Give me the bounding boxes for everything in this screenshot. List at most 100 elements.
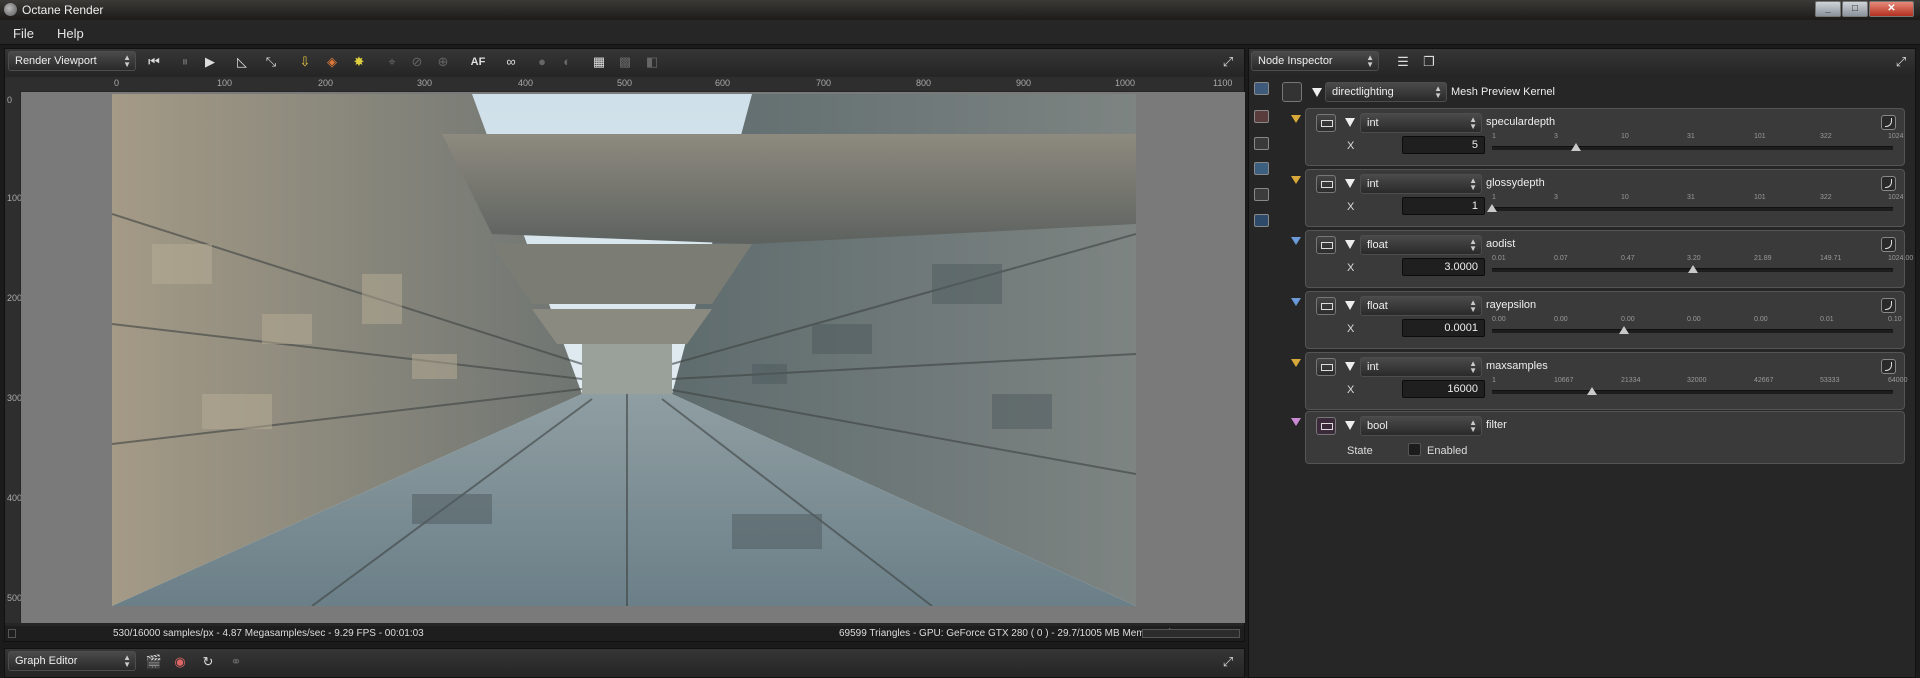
pin-icon[interactable] bbox=[1291, 115, 1301, 123]
curve-edit-icon[interactable] bbox=[1881, 237, 1896, 252]
type-selector[interactable]: int ▲ ▼ bbox=[1360, 113, 1482, 133]
kernel-node-icon[interactable] bbox=[1282, 82, 1302, 102]
expand-icon[interactable] bbox=[1345, 240, 1355, 249]
pin-icon[interactable] bbox=[1291, 237, 1301, 245]
inspector-maximize-icon[interactable]: ⤢ bbox=[1892, 53, 1910, 71]
collapse-icon[interactable]: ☰ bbox=[1394, 53, 1412, 71]
param-row-speculardepth: int ▲ ▼ speculardepth X 5 1 3 10 31 101 322 1024 bbox=[1291, 108, 1905, 166]
stereo-glasses-icon[interactable]: ∞ bbox=[502, 53, 520, 71]
expand-icon[interactable] bbox=[1345, 362, 1355, 371]
slider-tick-label: 0.47 bbox=[1621, 255, 1635, 262]
slider-track[interactable] bbox=[1492, 329, 1893, 333]
expand-icon[interactable] bbox=[1345, 179, 1355, 188]
slider-labels: 1 3 10 31 101 322 1024 bbox=[1492, 194, 1904, 204]
type-selector[interactable]: int ▲ ▼ bbox=[1360, 357, 1482, 377]
maximize-panel-icon[interactable]: ⤢ bbox=[1219, 53, 1237, 71]
link-icon[interactable]: ⚭ bbox=[227, 653, 245, 671]
expand-icon[interactable] bbox=[1345, 118, 1355, 127]
ruler-x-tick: 300 bbox=[417, 78, 433, 88]
kernel-type-selector[interactable]: directlighting ▲ ▼ bbox=[1325, 82, 1447, 102]
environment-icon[interactable] bbox=[1254, 162, 1269, 175]
save-image-icon[interactable]: ⇩ bbox=[296, 53, 314, 71]
expand-icon[interactable] bbox=[1345, 421, 1355, 430]
af-pick-icon[interactable]: ⌖ bbox=[383, 53, 401, 71]
slider-track[interactable] bbox=[1492, 390, 1893, 394]
pause-icon[interactable]: ⏸ bbox=[176, 53, 194, 71]
curve-edit-icon[interactable] bbox=[1881, 298, 1896, 313]
menu-help[interactable]: Help bbox=[57, 26, 84, 41]
value-slider[interactable]: 1 3 10 31 101 322 1024 bbox=[1487, 194, 1904, 216]
minimize-button[interactable]: _ bbox=[1815, 1, 1841, 17]
value-field[interactable]: 0.0001 bbox=[1402, 319, 1485, 337]
slider-track[interactable] bbox=[1492, 146, 1893, 150]
type-selector[interactable]: int ▲ ▼ bbox=[1360, 174, 1482, 194]
render-region-icon[interactable]: ◈ bbox=[323, 53, 341, 71]
value-slider[interactable]: 1 3 10 31 101 322 1024 bbox=[1492, 133, 1904, 155]
refresh-icon[interactable]: ↻ bbox=[199, 653, 217, 671]
white-balance-icon[interactable]: ⊕ bbox=[434, 53, 452, 71]
checker-icon[interactable]: ▩ bbox=[616, 53, 634, 71]
background-toggle-icon[interactable]: ◧ bbox=[643, 53, 661, 71]
sphere-icon[interactable]: ● bbox=[533, 53, 551, 71]
sparkle-icon[interactable]: ✸ bbox=[350, 53, 368, 71]
grid-view-icon[interactable]: ▦ bbox=[590, 53, 608, 71]
value-slider[interactable]: 0.00 0.00 0.00 0.00 0.00 0.01 0.10 bbox=[1492, 316, 1902, 338]
graph-maximize-icon[interactable]: ⤢ bbox=[1219, 653, 1237, 671]
pin-icon[interactable] bbox=[1291, 176, 1301, 184]
expand-icon[interactable] bbox=[1345, 301, 1355, 310]
slider-thumb[interactable] bbox=[1619, 326, 1630, 334]
value-field[interactable]: 16000 bbox=[1402, 380, 1485, 398]
camera-icon[interactable] bbox=[1254, 110, 1269, 123]
render-viewport[interactable] bbox=[21, 92, 1245, 623]
enabled-checkbox[interactable] bbox=[1408, 443, 1421, 456]
type-selector[interactable]: bool ▲ ▼ bbox=[1360, 416, 1482, 436]
preview-icon[interactable] bbox=[1254, 214, 1269, 227]
slider-thumb[interactable] bbox=[1687, 265, 1698, 273]
curve-edit-icon[interactable] bbox=[1881, 115, 1896, 130]
sphere-alt-icon[interactable]: ◐ bbox=[558, 53, 576, 71]
value-field[interactable]: 1 bbox=[1402, 197, 1485, 215]
render-viewport-selector[interactable]: Render Viewport ▲ ▼ bbox=[8, 51, 136, 71]
render-toolbar: Render Viewport ▲ ▼ ⏮ ⏸ ▶ ◺ ⤡ ⇩ ◈ ✸ ⌖ ⊘ ⊕ … bbox=[5, 49, 1244, 75]
fit-view-icon[interactable]: ⤡ bbox=[262, 53, 280, 71]
kernel-icon[interactable] bbox=[1254, 137, 1269, 150]
record-icon[interactable]: ◉ bbox=[171, 653, 189, 671]
curve-edit-icon[interactable] bbox=[1881, 359, 1896, 374]
slider-labels: 0.01 0.07 0.47 3.20 21.89 149.71 1024.00 bbox=[1492, 255, 1913, 265]
slider-track[interactable] bbox=[1492, 207, 1893, 211]
slider-thumb[interactable] bbox=[1571, 143, 1582, 151]
slider-tick-label: 0.00 bbox=[1554, 316, 1568, 323]
set-square-icon[interactable]: ◺ bbox=[233, 53, 251, 71]
curve-edit-icon[interactable] bbox=[1881, 176, 1896, 191]
status-scroll-left[interactable] bbox=[8, 629, 16, 638]
type-selector[interactable]: float ▲ ▼ bbox=[1360, 296, 1482, 316]
ruler-y-tick: 500 bbox=[7, 593, 23, 603]
image-icon[interactable] bbox=[1254, 82, 1269, 95]
autofocus-button[interactable]: AF bbox=[467, 53, 489, 71]
material-pick-icon[interactable]: ⊘ bbox=[408, 53, 426, 71]
value-field[interactable]: 5 bbox=[1402, 136, 1485, 154]
graph-editor-selector[interactable]: Graph Editor ▲ ▼ bbox=[8, 651, 136, 671]
imager-icon[interactable] bbox=[1254, 188, 1269, 201]
clapper-icon[interactable]: 🎬 bbox=[145, 653, 163, 671]
slider-thumb[interactable] bbox=[1587, 387, 1598, 395]
slider-tick-label: 1 bbox=[1492, 194, 1496, 201]
type-selector[interactable]: float ▲ ▼ bbox=[1360, 235, 1482, 255]
menu-file[interactable]: File bbox=[13, 26, 34, 41]
ruler-y-tick: 200 bbox=[7, 293, 23, 303]
play-icon[interactable]: ▶ bbox=[201, 53, 219, 71]
pin-icon[interactable] bbox=[1291, 359, 1301, 367]
pin-icon[interactable] bbox=[1291, 418, 1301, 426]
maximize-button[interactable]: □ bbox=[1842, 1, 1868, 17]
slider-tick-label: 1 bbox=[1492, 133, 1496, 140]
node-inspector-selector[interactable]: Node Inspector ▲ ▼ bbox=[1251, 51, 1379, 71]
reset-icon[interactable]: ⏮ bbox=[145, 53, 163, 71]
pin-icon[interactable] bbox=[1291, 298, 1301, 306]
value-field[interactable]: 3.0000 bbox=[1402, 258, 1485, 276]
value-slider[interactable]: 1 10667 21334 32000 42667 53333 64000 bbox=[1492, 377, 1907, 399]
windows-icon[interactable]: ❐ bbox=[1420, 53, 1438, 71]
kernel-expand-icon[interactable] bbox=[1312, 88, 1322, 97]
value-slider[interactable]: 0.01 0.07 0.47 3.20 21.89 149.71 1024.00 bbox=[1492, 255, 1913, 277]
close-button[interactable]: ✕ bbox=[1869, 1, 1914, 17]
slider-thumb[interactable] bbox=[1487, 204, 1497, 212]
